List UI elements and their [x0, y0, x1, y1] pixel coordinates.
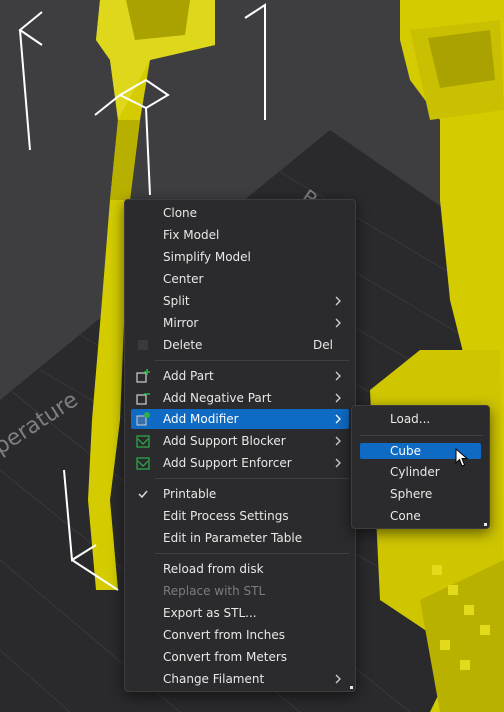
- menu-item-edit-parameter-table[interactable]: Edit in Parameter Table: [131, 528, 349, 548]
- menu-item-label: Center: [163, 272, 204, 286]
- menu-item-add-modifier[interactable]: Add Modifier: [131, 409, 349, 429]
- submenu-item-sphere[interactable]: Sphere: [358, 484, 483, 504]
- mouse-pointer-icon: [455, 448, 469, 467]
- menu-item-label: Cube: [390, 444, 421, 458]
- menu-item-label: Export as STL...: [163, 606, 257, 620]
- menu-item-clone[interactable]: Clone: [131, 203, 349, 223]
- menu-item-label: Mirror: [163, 316, 199, 330]
- menu-item-label: Add Support Blocker: [163, 434, 286, 448]
- menu-item-add-part[interactable]: Add Part: [131, 366, 349, 386]
- menu-item-label: Convert from Meters: [163, 650, 288, 664]
- menu-item-label: Convert from Inches: [163, 628, 285, 642]
- menu-item-label: Change Filament: [163, 672, 265, 686]
- menu-item-add-negative-part[interactable]: Add Negative Part: [131, 388, 349, 408]
- menu-item-label: Simplify Model: [163, 250, 251, 264]
- support-enforcer-icon: [136, 457, 150, 470]
- resize-grip: [484, 523, 487, 526]
- delete-shortcut: Del: [313, 338, 333, 352]
- menu-item-add-support-blocker[interactable]: Add Support Blocker: [131, 431, 349, 451]
- plus-part-icon: [136, 369, 150, 383]
- resize-grip: [350, 686, 353, 689]
- chevron-right-icon: [335, 296, 341, 306]
- chevron-right-icon: [335, 436, 341, 446]
- menu-item-label: Clone: [163, 206, 198, 220]
- menu-item-add-support-enforcer[interactable]: Add Support Enforcer: [131, 453, 349, 473]
- menu-item-label: Cylinder: [390, 465, 440, 479]
- menu-item-label: Reload from disk: [163, 562, 264, 576]
- menu-item-reload-from-disk[interactable]: Reload from disk: [131, 559, 349, 579]
- menu-item-label: Printable: [163, 487, 217, 501]
- modifier-icon: [136, 412, 150, 426]
- checkmark-icon: [138, 490, 148, 499]
- menu-item-convert-from-inches[interactable]: Convert from Inches: [131, 625, 349, 645]
- menu-item-label: Delete: [163, 338, 203, 352]
- menu-item-edit-process-settings[interactable]: Edit Process Settings: [131, 506, 349, 526]
- menu-item-printable[interactable]: Printable: [131, 484, 349, 504]
- delete-icon: [138, 340, 148, 350]
- menu-item-export-as-stl[interactable]: Export as STL...: [131, 603, 349, 623]
- menu-item-split[interactable]: Split: [131, 291, 349, 311]
- menu-item-simplify-model[interactable]: Simplify Model: [131, 247, 349, 267]
- menu-item-label: Fix Model: [163, 228, 220, 242]
- menu-item-replace-with-stl: Replace with STL: [131, 581, 349, 601]
- menu-item-label: Cone: [390, 509, 421, 523]
- menu-separator: [360, 435, 483, 436]
- add-modifier-submenu: Load... Cube Cylinder Sphere Cone: [351, 405, 490, 529]
- menu-separator: [155, 478, 349, 479]
- chevron-right-icon: [335, 458, 341, 468]
- menu-item-delete[interactable]: Delete Del: [131, 335, 349, 355]
- menu-item-label: Edit Process Settings: [163, 509, 289, 523]
- submenu-item-cone[interactable]: Cone: [358, 506, 483, 526]
- menu-item-label: Add Modifier: [163, 412, 239, 426]
- menu-item-label: Load...: [390, 412, 431, 426]
- support-blocker-icon: [136, 435, 150, 448]
- menu-item-fix-model[interactable]: Fix Model: [131, 225, 349, 245]
- menu-item-mirror[interactable]: Mirror: [131, 313, 349, 333]
- menu-item-label: Sphere: [390, 487, 433, 501]
- menu-item-label: Add Part: [163, 369, 214, 383]
- menu-separator: [155, 360, 349, 361]
- chevron-right-icon: [335, 393, 341, 403]
- menu-item-label: Edit in Parameter Table: [163, 531, 303, 545]
- menu-item-label: Add Support Enforcer: [163, 456, 292, 470]
- menu-item-center[interactable]: Center: [131, 269, 349, 289]
- menu-item-change-filament[interactable]: Change Filament: [131, 669, 349, 689]
- chevron-right-icon: [335, 371, 341, 381]
- menu-item-label: Add Negative Part: [163, 391, 272, 405]
- menu-item-label: Replace with STL: [163, 584, 266, 598]
- submenu-item-load[interactable]: Load...: [358, 409, 483, 429]
- object-context-menu: Clone Fix Model Simplify Model Center Sp…: [124, 199, 356, 692]
- menu-item-convert-from-meters[interactable]: Convert from Meters: [131, 647, 349, 667]
- chevron-right-icon: [335, 674, 341, 684]
- menu-separator: [155, 553, 349, 554]
- minus-part-icon: [136, 393, 150, 405]
- menu-item-label: Split: [163, 294, 190, 308]
- chevron-right-icon: [335, 414, 341, 424]
- chevron-right-icon: [335, 318, 341, 328]
